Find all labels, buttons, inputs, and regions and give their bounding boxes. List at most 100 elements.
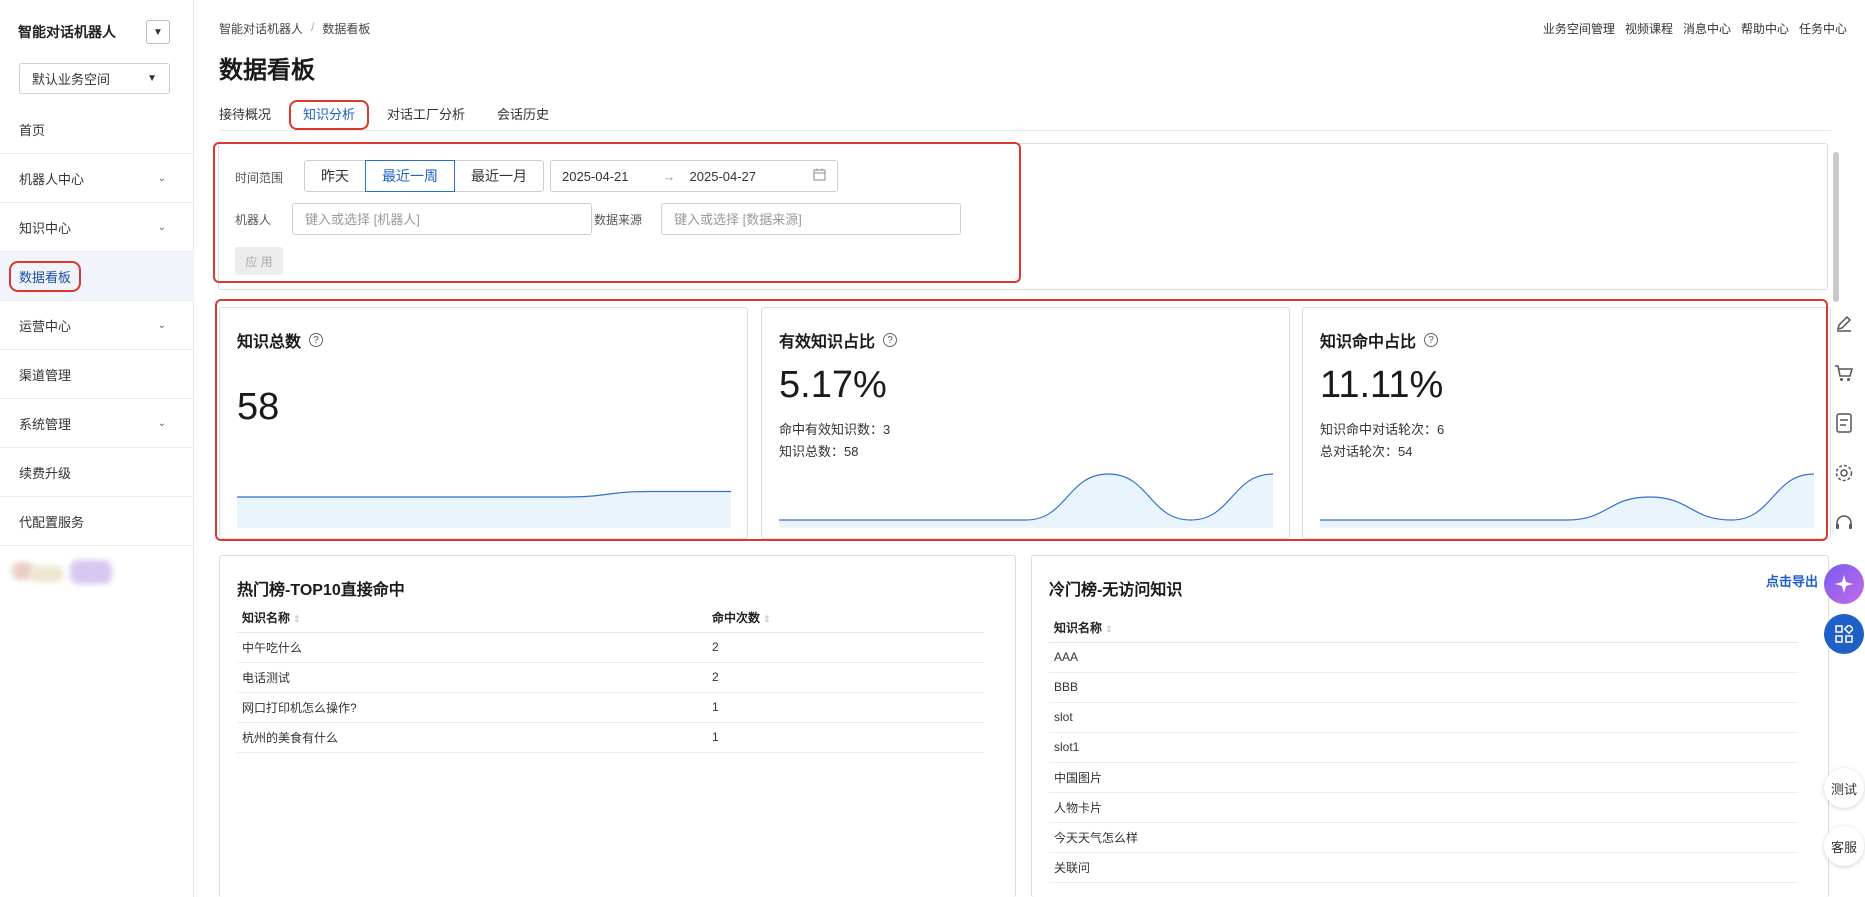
highlight-box: [213, 142, 1021, 283]
cold-list-title: 冷门榜-无访问知识: [1049, 582, 1183, 599]
apps-icon[interactable]: [1824, 614, 1864, 654]
workspace-select[interactable]: 默认业务空间 ▼: [19, 63, 170, 94]
table-row: 杭州的美食有什么 1: [237, 722, 984, 753]
customer-service-button[interactable]: 客服: [1824, 826, 1864, 866]
table-cell: BBB: [1049, 672, 1798, 703]
time-last-week-button[interactable]: 最近一周: [365, 160, 455, 192]
user-avatar[interactable]: [12, 558, 112, 588]
cart-icon[interactable]: [1823, 352, 1865, 394]
tab-knowledge-analysis[interactable]: 知识分析: [289, 100, 370, 130]
table-cell: slot: [1049, 702, 1798, 733]
cold-list-table: 知识名称 ⇕ AAA BBB slot slot1 中国图片 人物卡片 今天天气怎…: [1049, 614, 1798, 883]
sort-icon[interactable]: ⇕: [1105, 624, 1113, 634]
table-cell: 网口打印机怎么操作?: [237, 692, 707, 723]
sidebar-item-label: 运营中心: [19, 318, 72, 334]
caret-down-icon: ▼: [153, 26, 163, 38]
sidebar-item-label: 渠道管理: [19, 367, 72, 383]
highlight-box: [215, 299, 1828, 541]
tab-session-history[interactable]: 会话历史: [487, 104, 559, 126]
sidebar-nav: 首页 机器人中心 ⌄ 知识中心 ⌄ 数据看板 运营中心 ⌄ 渠道管理 系统管理 ⌄ 续费…: [0, 105, 194, 546]
chevron-down-icon: ⌄: [157, 417, 166, 429]
assistant-icon[interactable]: [1824, 564, 1864, 604]
table-row: slot: [1049, 702, 1798, 733]
sidebar-item-operations[interactable]: 运营中心 ⌄: [0, 301, 194, 350]
sort-icon[interactable]: ⇕: [293, 614, 301, 624]
sidebar-item-label: 知识中心: [19, 220, 72, 236]
column-header[interactable]: 知识名称 ⇕: [1049, 614, 1798, 643]
sidebar-item-home[interactable]: 首页: [0, 105, 194, 154]
sort-icon[interactable]: ⇕: [763, 614, 771, 624]
table-header-row: 知识名称 ⇕ 命中次数 ⇕: [237, 604, 984, 633]
sidebar-item-system[interactable]: 系统管理 ⌄: [0, 399, 194, 448]
table-row: 中午吃什么 2: [237, 632, 984, 663]
video-course-link[interactable]: 视频课程: [1625, 20, 1673, 37]
sidebar-item-config-service[interactable]: 代配置服务: [0, 497, 194, 546]
table-row: 关联问: [1049, 852, 1798, 883]
table-cell: 电话测试: [237, 662, 707, 693]
document-icon[interactable]: [1823, 402, 1865, 444]
tab-dialog-factory[interactable]: 对话工厂分析: [377, 104, 475, 126]
sidebar-item-label: 系统管理: [19, 416, 72, 432]
sidebar-item-knowledge-center[interactable]: 知识中心 ⌄: [0, 203, 194, 252]
hot-list-table: 知识名称 ⇕ 命中次数 ⇕ 中午吃什么 2 电话测试 2 网口打印机怎么操作? 1 杭州的…: [237, 604, 984, 753]
table-cell: 中国图片: [1049, 762, 1798, 793]
table-cell: AAA: [1049, 642, 1798, 673]
hot-list-title: 热门榜-TOP10直接命中: [237, 582, 405, 599]
tab-reception[interactable]: 接待概况: [219, 104, 281, 126]
table-cell: 2: [707, 632, 984, 663]
column-header-label: 知识名称: [1054, 621, 1103, 636]
export-link[interactable]: 点击导出: [1766, 571, 1818, 590]
sidebar-item-channels[interactable]: 渠道管理: [0, 350, 194, 399]
cold-list-card: 冷门榜-无访问知识 点击导出 知识名称 ⇕ AAA BBB slot slot1 …: [1031, 555, 1829, 897]
sidebar-item-renew[interactable]: 续费升级: [0, 448, 194, 497]
table-cell: 1: [707, 692, 984, 723]
sidebar-item-label: 代配置服务: [19, 514, 85, 530]
sidebar-item-robot-center[interactable]: 机器人中心 ⌄: [0, 154, 194, 203]
tabs-divider: [219, 130, 1831, 131]
table-row: AAA: [1049, 642, 1798, 673]
table-row: 中国图片: [1049, 762, 1798, 793]
breadcrumb-current: 数据看板: [322, 22, 371, 36]
sidebar-item-label: 机器人中心: [19, 171, 85, 187]
top-links: 业务空间管理 视频课程 消息中心 帮助中心 任务中心: [1543, 20, 1847, 37]
table-row: slot1: [1049, 732, 1798, 763]
breadcrumb-separator: /: [311, 20, 315, 34]
sidebar: 智能对话机器人 ▼ 默认业务空间 ▼ 首页 机器人中心 ⌄ 知识中心 ⌄ 数据看板 …: [0, 0, 194, 897]
breadcrumb: 智能对话机器人 / 数据看板: [219, 20, 370, 37]
table-cell: 1: [707, 722, 984, 753]
test-button[interactable]: 测试: [1824, 768, 1864, 808]
sidebar-item-label: 首页: [19, 122, 46, 138]
table-cell: 中午吃什么: [237, 632, 707, 663]
sidebar-item-dashboard[interactable]: 数据看板: [0, 252, 194, 301]
gear-icon[interactable]: [1823, 452, 1865, 494]
message-center-link[interactable]: 消息中心: [1683, 20, 1731, 37]
table-row: 今天天气怎么样: [1049, 822, 1798, 853]
page-scrollbar[interactable]: [1833, 152, 1839, 302]
app-header: 智能对话机器人 ▼: [18, 18, 170, 46]
chevron-down-icon: ⌄: [157, 221, 166, 233]
headset-icon[interactable]: [1823, 502, 1865, 544]
app-title: 智能对话机器人: [18, 24, 116, 40]
column-header-label: 命中次数: [712, 611, 761, 626]
table-row: 人物卡片: [1049, 792, 1798, 823]
tabs: 接待概况 知识分析 对话工厂分析 会话历史: [219, 100, 571, 130]
column-header[interactable]: 命中次数 ⇕: [707, 604, 984, 633]
column-header[interactable]: 知识名称 ⇕: [237, 604, 707, 633]
collapse-button[interactable]: ▼: [146, 20, 170, 44]
edit-icon[interactable]: [1823, 302, 1865, 344]
table-header-row: 知识名称 ⇕: [1049, 614, 1798, 643]
breadcrumb-root[interactable]: 智能对话机器人: [219, 20, 303, 37]
help-center-link[interactable]: 帮助中心: [1741, 20, 1789, 37]
caret-down-icon: ▼: [147, 73, 157, 84]
sidebar-item-label: 数据看板: [8, 260, 82, 292]
workspace-mgmt-link[interactable]: 业务空间管理: [1543, 20, 1615, 37]
table-row: 电话测试 2: [237, 662, 984, 693]
table-row: BBB: [1049, 672, 1798, 703]
table-cell: 人物卡片: [1049, 792, 1798, 823]
table-cell: 杭州的美食有什么: [237, 722, 707, 753]
workspace-value: 默认业务空间: [32, 72, 111, 87]
table-cell: slot1: [1049, 732, 1798, 763]
table-cell: 关联问: [1049, 852, 1798, 883]
avatar-blur: [30, 566, 64, 582]
task-center-link[interactable]: 任务中心: [1799, 20, 1847, 37]
